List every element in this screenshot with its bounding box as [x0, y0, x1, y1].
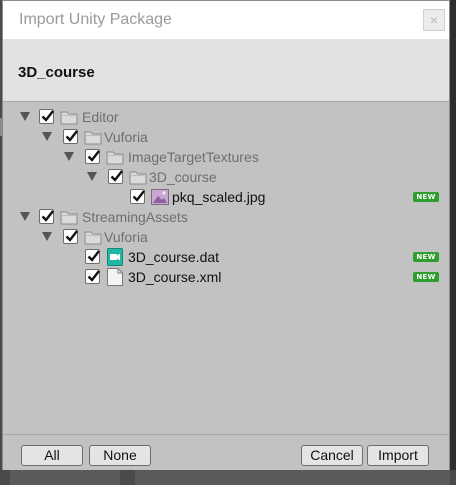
- close-icon: ×: [429, 12, 439, 28]
- tree-item-label: StreamingAssets: [82, 209, 188, 225]
- data-file-icon: [107, 248, 123, 266]
- checkbox-pkq-scaled-jpg[interactable]: [130, 189, 145, 204]
- checkbox-imagetargettextures[interactable]: [85, 149, 100, 164]
- checkbox-3d-course-dat[interactable]: [85, 249, 100, 264]
- tree-item-label: ImageTargetTextures: [128, 149, 259, 165]
- tree-row-imagetargettextures[interactable]: ImageTargetTextures: [3, 147, 449, 167]
- close-button[interactable]: ×: [423, 9, 445, 31]
- tree-item-label: Vuforia: [104, 229, 148, 245]
- tree-item-label: 3D_course.dat: [128, 249, 220, 265]
- tree-item-label: pkq_scaled.jpg: [172, 189, 266, 205]
- expand-arrow-icon[interactable]: [64, 152, 74, 161]
- new-badge: NEW: [413, 272, 439, 282]
- import-package-dialog: Import Unity Package × 3D_course Editor: [2, 0, 450, 470]
- select-all-button[interactable]: All: [21, 445, 83, 466]
- tree-row-streamingassets[interactable]: StreamingAssets: [3, 207, 449, 227]
- checkbox-streamingassets[interactable]: [39, 209, 54, 224]
- dialog-footer: All None Cancel Import: [3, 434, 449, 470]
- tree-row-3d-course-xml[interactable]: 3D_course.xml NEW: [3, 267, 449, 287]
- import-button[interactable]: Import: [367, 445, 429, 466]
- tree-item-label: Vuforia: [104, 129, 148, 145]
- background-segment: [135, 470, 450, 485]
- select-none-button[interactable]: None: [89, 445, 151, 466]
- expand-arrow-icon[interactable]: [20, 112, 30, 121]
- tree-row-editor[interactable]: Editor: [3, 107, 449, 127]
- folder-icon: [106, 151, 124, 165]
- folder-icon: [84, 131, 102, 145]
- checkbox-vuforia[interactable]: [63, 129, 78, 144]
- tree-item-label: Editor: [82, 109, 119, 125]
- package-name: 3D_course: [18, 64, 95, 81]
- title-bar[interactable]: Import Unity Package ×: [3, 1, 449, 39]
- folder-icon: [60, 211, 78, 225]
- new-badge: NEW: [413, 252, 439, 262]
- tree-row-pkq-scaled-jpg[interactable]: pkq_scaled.jpg NEW: [3, 187, 449, 207]
- asset-tree: Editor Vuforia ImageTargetTextures 3D_co…: [3, 102, 449, 430]
- tree-item-label: 3D_course: [149, 169, 217, 185]
- background-editor-right: [450, 0, 456, 485]
- folder-icon: [129, 171, 147, 185]
- new-badge: NEW: [413, 192, 439, 202]
- expand-arrow-icon[interactable]: [42, 232, 52, 241]
- checkbox-vuforia-streaming[interactable]: [63, 229, 78, 244]
- tree-item-label: 3D_course.xml: [128, 269, 222, 285]
- expand-arrow-icon[interactable]: [87, 172, 97, 181]
- checkbox-editor[interactable]: [39, 109, 54, 124]
- image-file-icon: [151, 189, 169, 205]
- text-file-icon: [107, 268, 123, 286]
- checkbox-3d-course-folder[interactable]: [108, 169, 123, 184]
- expand-arrow-icon[interactable]: [42, 132, 52, 141]
- background-editor-bottom: [0, 470, 456, 485]
- tree-row-3d-course-folder[interactable]: 3D_course: [3, 167, 449, 187]
- cancel-button[interactable]: Cancel: [301, 445, 363, 466]
- folder-icon: [84, 231, 102, 245]
- package-header: 3D_course: [3, 39, 449, 102]
- expand-arrow-icon[interactable]: [20, 212, 30, 221]
- tree-row-3d-course-dat[interactable]: 3D_course.dat NEW: [3, 247, 449, 267]
- tree-row-vuforia[interactable]: Vuforia: [3, 127, 449, 147]
- background-segment: [10, 470, 120, 485]
- dialog-title: Import Unity Package: [19, 11, 172, 28]
- folder-icon: [60, 111, 78, 125]
- tree-row-vuforia-streaming[interactable]: Vuforia: [3, 227, 449, 247]
- checkbox-3d-course-xml[interactable]: [85, 269, 100, 284]
